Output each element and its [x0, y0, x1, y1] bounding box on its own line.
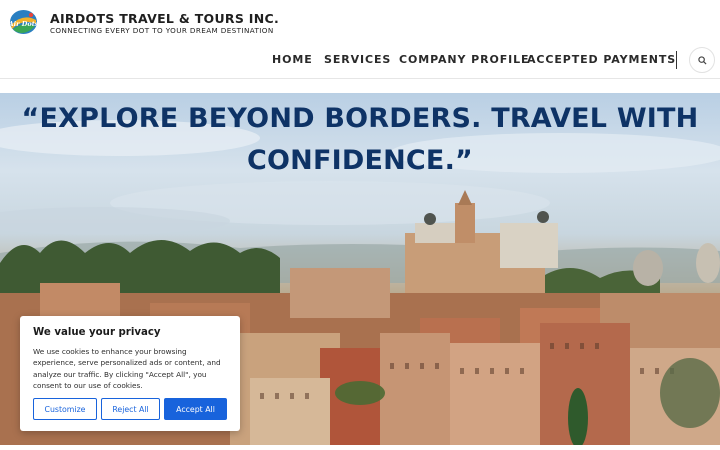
cookie-title: We value your privacy	[33, 327, 161, 338]
cookie-message: We use cookies to enhance your browsing …	[33, 347, 221, 390]
search-button[interactable]	[689, 47, 715, 73]
cookie-consent-banner: We value your privacy We use cookies to …	[20, 316, 240, 431]
hero-headline-line1: “EXPLORE BEYOND BORDERS. TRAVEL WITH	[21, 103, 699, 134]
nav-services[interactable]: SERVICES	[324, 53, 391, 66]
hero-headline: “EXPLORE BEYOND BORDERS. TRAVEL WITH CON…	[20, 98, 700, 182]
hero-headline-line2: CONFIDENCE.”	[247, 145, 473, 176]
nav-divider	[676, 51, 677, 69]
reject-all-button[interactable]: Reject All	[101, 398, 160, 420]
nav-company-profile[interactable]: COMPANY PROFILE	[399, 53, 529, 66]
brand-tagline: CONNECTING EVERY DOT TO YOUR DREAM DESTI…	[50, 26, 274, 35]
accept-all-button[interactable]: Accept All	[164, 398, 227, 420]
svg-text:Air Dots: Air Dots	[9, 20, 38, 28]
brand-name[interactable]: AIRDOTS TRAVEL & TOURS INC.	[50, 11, 279, 26]
nav-accepted-payments[interactable]: ACCEPTED PAYMENTS	[527, 53, 676, 66]
site-header: Air Dots AIRDOTS TRAVEL & TOURS INC. CON…	[0, 0, 720, 79]
search-icon	[697, 55, 707, 65]
customize-button[interactable]: Customize	[33, 398, 97, 420]
airdots-logo[interactable]: Air Dots	[9, 9, 38, 35]
nav-home[interactable]: HOME	[272, 53, 313, 66]
